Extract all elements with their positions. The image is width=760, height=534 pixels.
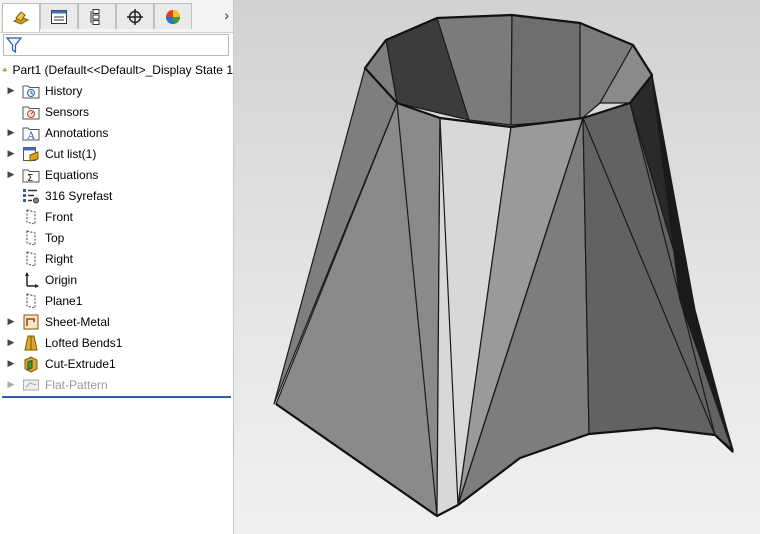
tree-item-cut-extrude1[interactable]: ▶ Cut-Extrude1 [0, 353, 232, 374]
tree-item-right-plane[interactable]: Right [0, 248, 232, 269]
tree-item-label: Plane1 [45, 293, 83, 308]
material-icon [23, 188, 39, 203]
tree-item-material[interactable]: 316 Syrefast [0, 185, 232, 206]
tree-item-label: Cut-Extrude1 [45, 356, 116, 371]
tree-item-sensors[interactable]: Sensors [0, 101, 232, 122]
expand-caret-icon[interactable]: ▶ [6, 169, 16, 180]
display-manager-icon [166, 9, 180, 24]
cut-extrude-icon [24, 355, 38, 373]
lofted-bends-icon [24, 335, 38, 350]
tree-item-label: Annotations [45, 125, 109, 140]
svg-text:A: A [27, 131, 36, 141]
tree-item-plane1[interactable]: Plane1 [0, 290, 232, 311]
tree-item-label: Flat-Pattern [45, 377, 108, 392]
tree-item-lofted-bends1[interactable]: ▶ Lofted Bends1 [0, 332, 232, 353]
sensors-folder-icon [22, 106, 40, 119]
filter-input[interactable] [3, 34, 229, 56]
tree-item-label: Sensors [45, 104, 90, 119]
expand-caret-icon[interactable]: ▶ [6, 358, 16, 369]
sheet-metal-icon [23, 314, 39, 329]
tree-item-label: Equations [45, 167, 99, 182]
tree-item-top-plane[interactable]: Top [0, 227, 232, 248]
tree-item-front-plane[interactable]: Front [0, 206, 232, 227]
tab-feature-manager[interactable] [2, 3, 40, 32]
plane-icon [26, 229, 36, 246]
property-manager-icon [51, 9, 67, 24]
tree-item-annotations[interactable]: ▶ A Annotations [0, 122, 232, 143]
tree-item-label: Cut list(1) [45, 146, 97, 161]
history-folder-icon [22, 85, 40, 98]
chevron-right-icon[interactable]: › [224, 8, 229, 22]
tree-item-equations[interactable]: ▶ Σ Equations [0, 164, 232, 185]
plane-icon [26, 292, 36, 309]
svg-text:Σ: Σ [27, 173, 33, 183]
tree-root-part[interactable]: Part1 (Default<<Default>_Display State 1 [2, 61, 233, 79]
plane-icon [26, 208, 36, 225]
feature-manager-panel: › Part1 (Default<<Default>_Display State… [0, 0, 234, 534]
expand-caret-icon[interactable]: ▶ [6, 85, 16, 96]
tree-item-history[interactable]: ▶ History [0, 80, 232, 101]
tree-item-label: 316 Syrefast [45, 188, 113, 203]
tree-item-label: Top [45, 230, 65, 245]
sheet-metal-cone-model [273, 13, 734, 518]
origin-icon [25, 271, 39, 288]
plane-icon [26, 250, 36, 267]
equations-folder-icon: Σ [22, 169, 40, 183]
expand-caret-icon[interactable]: ▶ [6, 379, 16, 390]
tree-root-label: Part1 (Default<<Default>_Display State 1 [12, 63, 233, 77]
manager-tab-bar: › [0, 0, 233, 33]
tab-dimxpert-manager[interactable] [116, 3, 154, 29]
tree-item-label: Lofted Bends1 [45, 335, 123, 350]
tree-item-label: History [45, 83, 83, 98]
annotations-folder-icon: A [22, 127, 40, 141]
expand-caret-icon[interactable]: ▶ [6, 148, 16, 159]
configuration-manager-icon [90, 8, 100, 25]
rollback-bar[interactable] [2, 396, 231, 398]
flat-pattern-icon [23, 379, 39, 390]
filter-icon [6, 37, 22, 54]
graphics-viewport[interactable] [234, 0, 760, 534]
cut-list-icon [23, 146, 39, 162]
expand-caret-icon[interactable]: ▶ [6, 316, 16, 327]
part-icon [2, 67, 8, 72]
tree-item-flat-pattern[interactable]: ▶ Flat-Pattern [0, 374, 232, 395]
tree-item-label: Origin [45, 272, 78, 287]
tree-item-cut-list[interactable]: ▶ Cut list(1) [0, 143, 232, 164]
tab-display-manager[interactable] [154, 3, 192, 29]
tree-item-label: Sheet-Metal [45, 314, 110, 329]
feature-manager-icon [12, 11, 30, 25]
tab-property-manager[interactable] [40, 3, 78, 29]
tree-item-sheet-metal[interactable]: ▶ Sheet-Metal [0, 311, 232, 332]
tree-item-label: Right [45, 251, 74, 266]
dimxpert-icon [127, 8, 143, 25]
expand-caret-icon[interactable]: ▶ [6, 337, 16, 348]
tree-item-origin[interactable]: Origin [0, 269, 232, 290]
expand-caret-icon[interactable]: ▶ [6, 127, 16, 138]
tab-configuration-manager[interactable] [78, 3, 116, 29]
tree-item-label: Front [45, 209, 74, 224]
